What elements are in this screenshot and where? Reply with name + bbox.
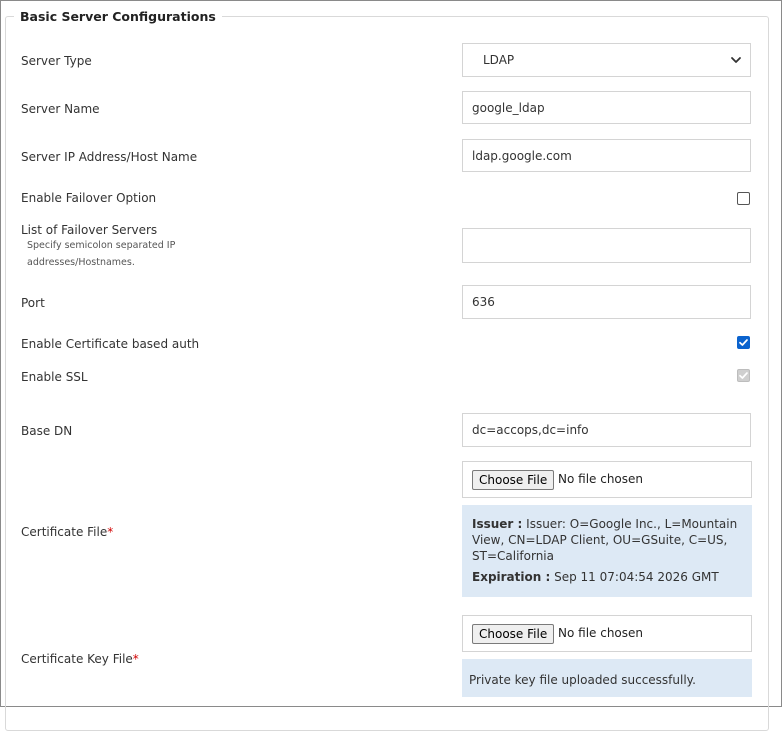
expiration-label: Expiration : xyxy=(472,570,551,584)
cert-file-label: Certificate File* xyxy=(21,525,113,539)
cert-key-file-choose-button[interactable]: Choose File xyxy=(472,624,555,644)
port-input[interactable]: 636 xyxy=(462,285,751,319)
base-dn-label: Base DN xyxy=(21,424,73,438)
issuer-line1: Issuer: O=Google Inc., L=Mountain xyxy=(526,517,738,531)
cert-file-label-text: Certificate File xyxy=(21,525,108,539)
cert-key-file-status: No file chosen xyxy=(558,626,644,640)
server-name-input[interactable]: google_ldap xyxy=(462,91,751,124)
required-marker: * xyxy=(107,525,114,539)
checkmark-icon xyxy=(739,372,748,379)
expiration-value: Sep 11 07:04:54 2026 GMT xyxy=(554,570,719,584)
server-type-value: LDAP xyxy=(483,53,515,67)
cert-key-file-message: Private key file uploaded successfully. xyxy=(469,673,696,687)
failover-option-label: Enable Failover Option xyxy=(21,191,157,205)
chevron-down-icon xyxy=(730,54,742,66)
server-type-label: Server Type xyxy=(21,54,92,68)
base-dn-input[interactable]: dc=accops,dc=info xyxy=(462,413,751,447)
required-marker: * xyxy=(132,652,139,666)
section-title: Basic Server Configurations xyxy=(20,9,216,24)
ssl-checkbox[interactable] xyxy=(737,369,750,382)
cert-key-file-info-box: Private key file uploaded successfully. xyxy=(462,659,752,697)
cert-auth-checkbox[interactable] xyxy=(737,336,750,349)
cert-file-info-box: Issuer : Issuer: O=Google Inc., L=Mounta… xyxy=(462,505,752,597)
server-ip-label: Server IP Address/Host Name xyxy=(21,150,198,164)
failover-servers-label: List of Failover Servers xyxy=(21,223,158,237)
checkmark-icon xyxy=(739,339,748,346)
port-label: Port xyxy=(21,296,45,310)
cert-key-file-picker: Choose File No file chosen xyxy=(462,615,752,652)
cert-key-file-label-text: Certificate Key File xyxy=(21,652,133,666)
cert-file-choose-button[interactable]: Choose File xyxy=(472,470,555,490)
issuer-line2: View, CN=LDAP Client, OU=GSuite, C=US, xyxy=(472,533,728,547)
failover-servers-input[interactable] xyxy=(462,228,751,263)
window-frame: Basic Server Configurations Server Type … xyxy=(0,0,782,731)
cert-key-file-label: Certificate Key File* xyxy=(21,652,139,666)
issuer-label: Issuer : xyxy=(472,517,523,531)
failover-option-checkbox[interactable] xyxy=(737,192,750,205)
failover-servers-hint-line1: Specify semicolon separated IP xyxy=(27,240,176,251)
cert-file-picker: Choose File No file chosen xyxy=(462,461,752,498)
server-ip-input[interactable]: ldap.google.com xyxy=(462,139,751,172)
server-name-label: Server Name xyxy=(21,102,100,116)
failover-servers-hint-line2: addresses/Hostnames. xyxy=(27,257,135,268)
cert-auth-label: Enable Certificate based auth xyxy=(21,337,200,351)
cert-file-status: No file chosen xyxy=(558,472,644,486)
ssl-label: Enable SSL xyxy=(21,370,88,384)
issuer-line3: ST=California xyxy=(472,549,554,563)
server-type-select[interactable]: LDAP xyxy=(462,43,751,77)
